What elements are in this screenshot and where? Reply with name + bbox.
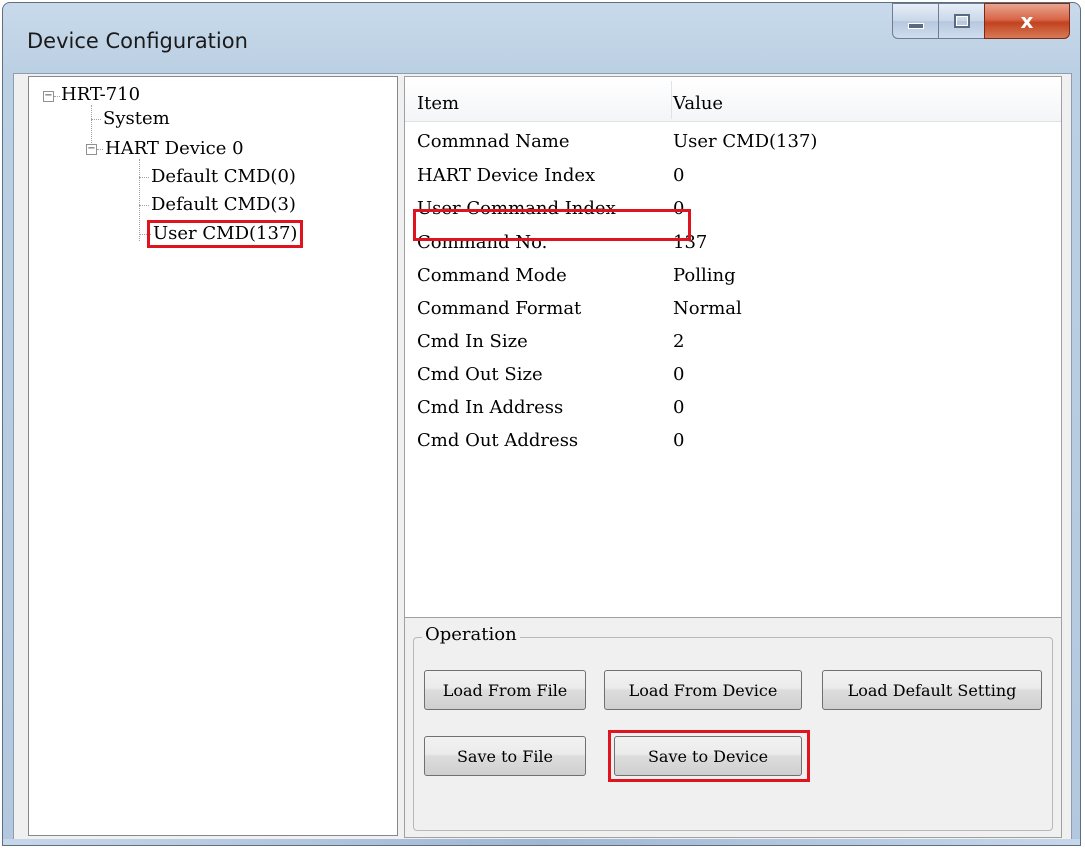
tree-node-hart-device-0[interactable]: HART Device 0 xyxy=(105,138,244,160)
list-row[interactable]: Cmd In Address 0 xyxy=(405,395,1061,423)
tree-connector xyxy=(139,159,140,241)
row-item: User Command Index xyxy=(417,198,616,219)
operation-group: Operation Load From File Load From Devic… xyxy=(413,624,1053,831)
tree-connector xyxy=(139,177,149,178)
list-row[interactable]: Command Format Normal xyxy=(405,296,1061,324)
save-to-file-button[interactable]: Save to File xyxy=(424,736,586,776)
tree-node-default-cmd-3[interactable]: Default CMD(3) xyxy=(151,194,296,216)
operation-group-title: Operation xyxy=(422,624,520,645)
row-value: 0 xyxy=(673,198,685,219)
list-row[interactable]: HART Device Index 0 xyxy=(405,163,1061,191)
load-default-setting-button[interactable]: Load Default Setting xyxy=(822,670,1042,710)
tree-node-system[interactable]: System xyxy=(103,108,170,130)
properties-list[interactable]: Item Value Commnad Name User CMD(137) HA… xyxy=(405,77,1061,618)
list-row[interactable]: Command Mode Polling xyxy=(405,263,1061,291)
list-row[interactable]: Commnad Name User CMD(137) xyxy=(405,129,1061,157)
list-row[interactable]: Cmd In Size 2 xyxy=(405,329,1061,357)
row-item: Cmd Out Address xyxy=(417,430,579,451)
minimize-button[interactable] xyxy=(892,3,938,39)
row-item: HART Device Index xyxy=(417,165,596,186)
row-item: Cmd Out Size xyxy=(417,364,543,385)
tree-connector xyxy=(54,96,60,97)
maximize-button[interactable] xyxy=(938,3,984,39)
client-area: − HRT-710 System − HART Device 0 Default… xyxy=(13,73,1072,845)
save-to-device-button[interactable]: Save to Device xyxy=(614,736,802,776)
row-value: User CMD(137) xyxy=(673,131,818,152)
row-value: 2 xyxy=(673,331,685,352)
column-header-item[interactable]: Item xyxy=(417,93,459,114)
window-controls: x xyxy=(892,3,1070,43)
row-value: 137 xyxy=(673,232,708,253)
device-configuration-window: Device Configuration x − HRT-710 System … xyxy=(2,2,1081,846)
row-value: Polling xyxy=(673,265,736,286)
column-header-value[interactable]: Value xyxy=(673,93,723,114)
column-separator[interactable] xyxy=(671,81,672,119)
row-item: Commnad Name xyxy=(417,131,570,152)
tree-connector xyxy=(139,205,149,206)
maximize-icon xyxy=(953,14,970,28)
list-row[interactable]: Cmd Out Address 0 xyxy=(405,428,1061,456)
tree-node-hrt-710[interactable]: HRT-710 xyxy=(61,84,140,106)
row-value: Normal xyxy=(673,298,742,319)
row-item: Cmd In Address xyxy=(417,397,564,418)
row-value: 0 xyxy=(673,430,685,451)
window-title: Device Configuration xyxy=(27,29,248,53)
row-item: Command Format xyxy=(417,298,582,319)
properties-panel: Item Value Commnad Name User CMD(137) HA… xyxy=(404,76,1062,838)
tree-node-default-cmd-0[interactable]: Default CMD(0) xyxy=(151,166,296,188)
tree-connector xyxy=(91,119,101,120)
load-from-file-button[interactable]: Load From File xyxy=(424,670,586,710)
list-row[interactable]: User Command Index 0 xyxy=(405,196,1061,224)
row-value: 0 xyxy=(673,397,685,418)
close-icon: x xyxy=(1020,9,1034,33)
device-tree[interactable]: − HRT-710 System − HART Device 0 Default… xyxy=(28,76,398,836)
title-bar[interactable]: Device Configuration x xyxy=(3,3,1080,75)
minimize-icon xyxy=(907,23,924,29)
tree-node-user-cmd-137[interactable]: User CMD(137) xyxy=(146,220,304,248)
list-header: Item Value xyxy=(405,77,1061,122)
collapse-icon[interactable]: − xyxy=(86,144,97,155)
list-row[interactable]: Command No. 137 xyxy=(405,230,1061,258)
close-button[interactable]: x xyxy=(984,3,1070,39)
row-item: Command Mode xyxy=(417,265,567,286)
row-item: Cmd In Size xyxy=(417,331,528,352)
row-value: 0 xyxy=(673,165,685,186)
list-row[interactable]: Cmd Out Size 0 xyxy=(405,362,1061,390)
tree-connector xyxy=(97,149,103,150)
window-bottom-border xyxy=(3,839,1080,845)
row-item: Command No. xyxy=(417,232,548,253)
row-value: 0 xyxy=(673,364,685,385)
collapse-icon[interactable]: − xyxy=(43,91,54,102)
load-from-device-button[interactable]: Load From Device xyxy=(604,670,802,710)
